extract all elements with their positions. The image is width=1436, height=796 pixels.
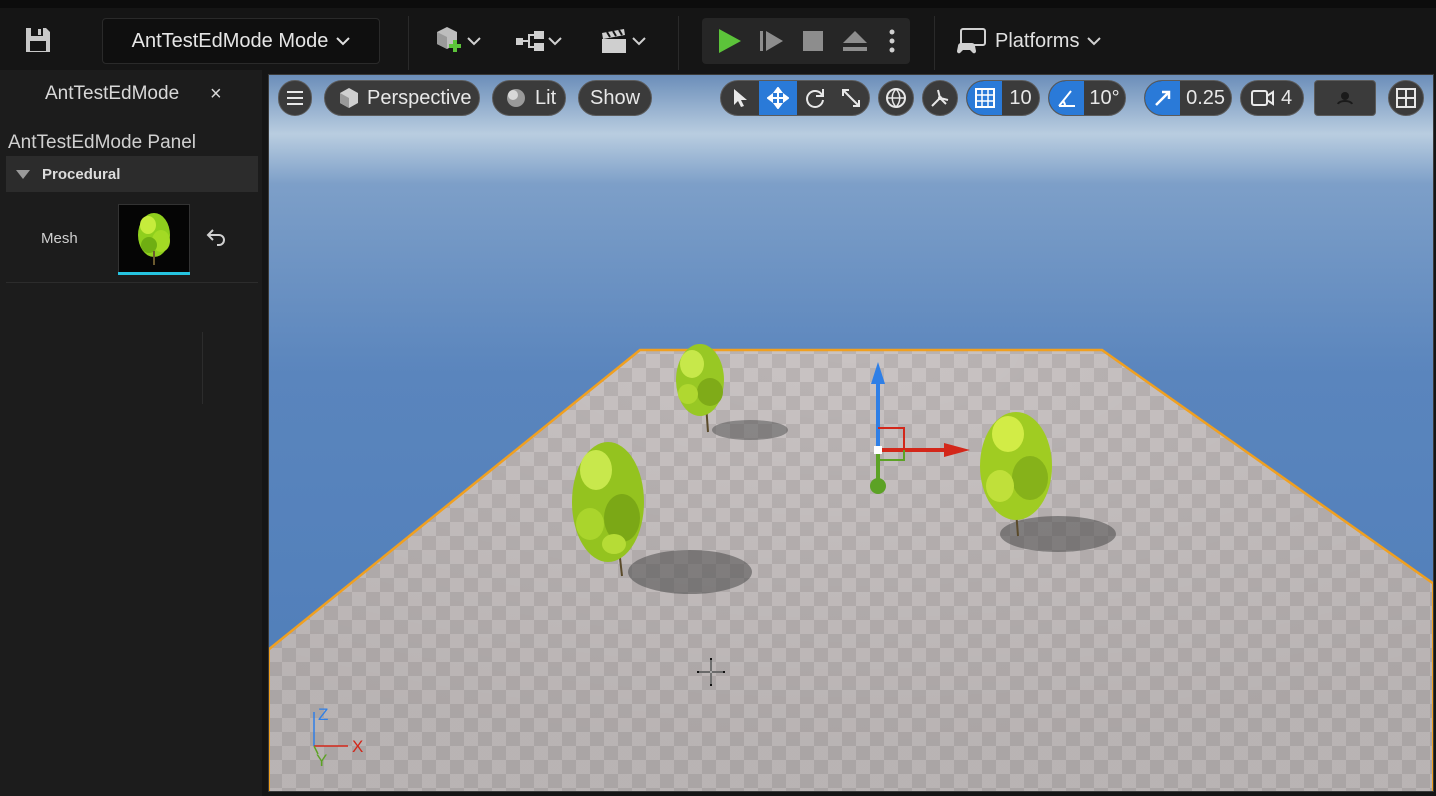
more-vertical-icon (889, 29, 895, 53)
grid-snap-group[interactable]: 10 (966, 80, 1040, 116)
camera-speed-value: 4 (1281, 86, 1293, 109)
blueprint-icon (516, 31, 544, 51)
chevron-down-icon (548, 37, 562, 46)
pilot-actor-icon (1337, 92, 1353, 105)
view-mode-dropdown[interactable]: Perspective (324, 80, 480, 116)
tab-anttestedmode[interactable]: AntTestEdMode × (6, 74, 256, 114)
grid-icon (974, 88, 995, 108)
play-icon (719, 29, 741, 53)
scale-tool-button[interactable] (833, 81, 869, 115)
rotate-tool-button[interactable] (797, 81, 833, 115)
play-button[interactable] (710, 22, 748, 60)
stop-icon (803, 31, 823, 51)
show-flags-dropdown[interactable]: Show (578, 80, 652, 116)
scale-snap-toggle[interactable] (1145, 81, 1181, 115)
lighting-label: Lit (535, 86, 557, 109)
surface-snap-button[interactable] (922, 80, 958, 116)
asset-type-bar (118, 272, 190, 275)
add-cube-icon (437, 27, 461, 52)
stop-button[interactable] (794, 22, 832, 60)
select-tool-button[interactable] (721, 81, 759, 115)
blueprints-button[interactable] (506, 20, 570, 62)
close-tab-icon[interactable]: × (210, 83, 222, 106)
lit-sphere-icon (507, 89, 525, 107)
viewport-options-button[interactable] (278, 80, 312, 116)
add-actor-button[interactable] (424, 20, 488, 62)
surface-snap-icon (931, 89, 949, 107)
advance-frame-button[interactable] (752, 22, 790, 60)
axis-y-label: Y (316, 751, 327, 770)
mesh-property-row: Mesh (6, 198, 258, 404)
lighting-mode-dropdown[interactable]: Lit (492, 80, 566, 116)
show-label: Show (589, 86, 641, 109)
toolbar-separator (678, 16, 679, 70)
mesh-label: Mesh (41, 230, 78, 247)
scene-render (268, 344, 1434, 792)
divider (202, 332, 203, 404)
perspective-cube-icon (340, 88, 358, 108)
level-viewport[interactable]: Perspective Lit Show 10 10° 0.25 4 Z X Y (268, 74, 1434, 792)
clapperboard-icon (602, 29, 626, 53)
camera-speed-button[interactable]: 4 (1240, 80, 1304, 116)
hamburger-menu-icon (287, 91, 303, 105)
platforms-dropdown[interactable]: Platforms (955, 20, 1102, 62)
step-forward-icon (760, 31, 783, 51)
rotation-snap-toggle[interactable] (1049, 81, 1085, 115)
move-arrows-icon (767, 87, 789, 109)
axis-indicator: Z X Y (313, 705, 363, 770)
viewport-layout-button[interactable] (1388, 80, 1424, 116)
category-label: Procedural (42, 165, 121, 183)
editor-mode-label: AntTestEdMode Mode (131, 29, 329, 52)
rotate-icon (806, 89, 824, 108)
toolbar-separator (934, 16, 935, 70)
main-toolbar: AntTestEdMode Mode Platforms (0, 0, 1436, 70)
expand-arrow-icon (16, 169, 30, 179)
chevron-down-icon (336, 37, 351, 46)
rotation-snap-value[interactable]: 10° (1084, 81, 1125, 115)
axis-z-label: Z (318, 705, 328, 724)
chevron-down-icon (632, 37, 646, 46)
world-local-toggle[interactable] (878, 80, 914, 116)
editor-mode-dropdown[interactable]: AntTestEdMode Mode (102, 18, 380, 64)
save-icon (26, 28, 50, 52)
chevron-down-icon (1087, 37, 1102, 46)
angle-icon (1057, 90, 1075, 107)
tree-mesh-preview-icon (138, 213, 170, 265)
gamepad-monitor-icon (956, 28, 986, 54)
cursor-arrow-icon (734, 89, 747, 107)
eject-button[interactable] (836, 22, 874, 60)
rotation-snap-group[interactable]: 10° (1048, 80, 1126, 116)
scale-snap-value[interactable]: 0.25 (1180, 81, 1231, 115)
axis-x-label: X (352, 737, 363, 756)
game-view-toggle[interactable] (1314, 80, 1376, 116)
play-controls (702, 18, 910, 64)
save-button[interactable] (18, 22, 58, 58)
mode-panel: AntTestEdMode × AntTestEdMode Panel Proc… (0, 70, 262, 796)
scale-snap-icon (1154, 90, 1170, 106)
transform-tools-group (720, 80, 870, 116)
play-options-button[interactable] (880, 22, 904, 60)
layout-grid-icon (1396, 88, 1416, 108)
mesh-thumbnail[interactable] (118, 204, 190, 274)
grid-snap-value[interactable]: 10 (1002, 81, 1039, 115)
eject-icon (843, 31, 867, 51)
scale-snap-group[interactable]: 0.25 (1144, 80, 1232, 116)
undo-arrow-icon (206, 229, 225, 246)
grid-snap-toggle[interactable] (967, 81, 1003, 115)
platforms-label: Platforms (995, 29, 1080, 52)
scale-icon (842, 89, 860, 107)
reset-to-default-button[interactable] (205, 226, 227, 251)
procedural-category-header[interactable]: Procedural (6, 156, 258, 192)
chevron-down-icon (467, 37, 481, 46)
globe-icon (886, 88, 906, 108)
camera-icon (1251, 90, 1274, 106)
view-mode-label: Perspective (367, 86, 472, 109)
panel-title: AntTestEdMode Panel (8, 132, 197, 153)
cinematics-button[interactable] (590, 20, 654, 62)
translate-tool-button[interactable] (759, 81, 797, 115)
toolbar-separator (408, 16, 409, 70)
tab-label: AntTestEdMode (45, 83, 180, 104)
